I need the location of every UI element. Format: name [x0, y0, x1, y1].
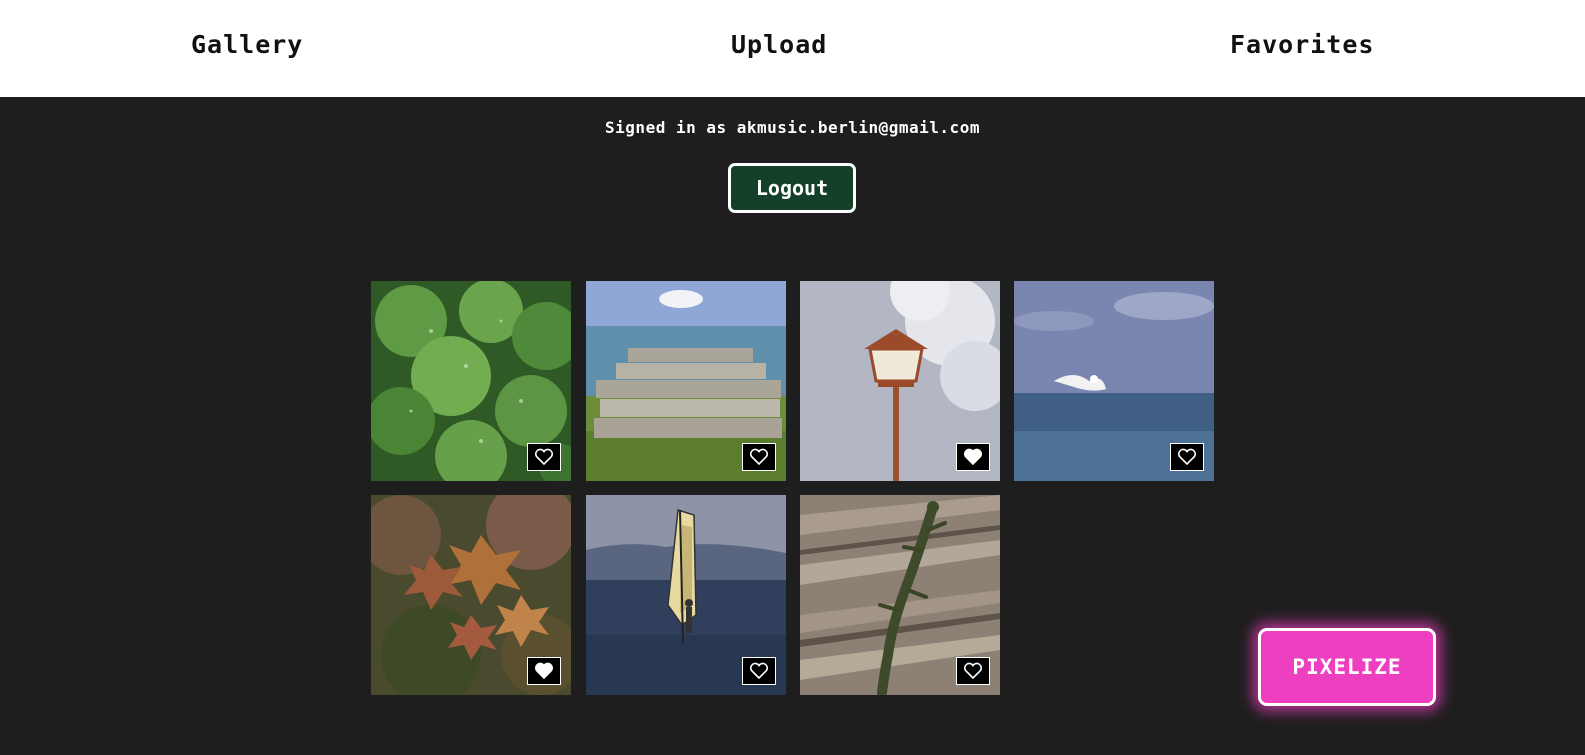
pixelize-button[interactable]: PIXELIZE [1258, 628, 1436, 706]
top-nav: Gallery Upload Favorites [0, 0, 1585, 97]
logout-button[interactable]: Logout [728, 163, 856, 213]
photo-tile-lizard[interactable] [800, 495, 1000, 695]
heart-filled-icon [963, 448, 983, 466]
nav-upload-link[interactable]: Upload [731, 30, 827, 59]
heart-outline-icon [963, 662, 983, 680]
photo-tile-windsurfer[interactable] [586, 495, 786, 695]
heart-outline-icon [1177, 448, 1197, 466]
heart-outline-icon [749, 448, 769, 466]
photo-tile-leaves[interactable] [371, 281, 571, 481]
signed-in-prefix: Signed in as [605, 118, 727, 137]
heart-filled-icon [534, 662, 554, 680]
heart-outline-icon [749, 662, 769, 680]
favorite-toggle[interactable] [527, 657, 561, 685]
favorite-toggle[interactable] [742, 443, 776, 471]
favorite-toggle[interactable] [1170, 443, 1204, 471]
nav-favorites-link[interactable]: Favorites [1230, 30, 1374, 59]
photo-tile-slabs[interactable] [586, 281, 786, 481]
photo-tile-seagull[interactable] [1014, 281, 1214, 481]
photo-tile-maple[interactable] [371, 495, 571, 695]
nav-gallery-link[interactable]: Gallery [191, 30, 303, 59]
heart-outline-icon [534, 448, 554, 466]
favorite-toggle[interactable] [956, 443, 990, 471]
favorite-toggle[interactable] [742, 657, 776, 685]
user-email: akmusic.berlin@gmail.com [736, 118, 980, 137]
photo-tile-lamp[interactable] [800, 281, 1000, 481]
signed-in-status: Signed in as akmusic.berlin@gmail.com [0, 118, 1585, 137]
favorite-toggle[interactable] [527, 443, 561, 471]
favorite-toggle[interactable] [956, 657, 990, 685]
